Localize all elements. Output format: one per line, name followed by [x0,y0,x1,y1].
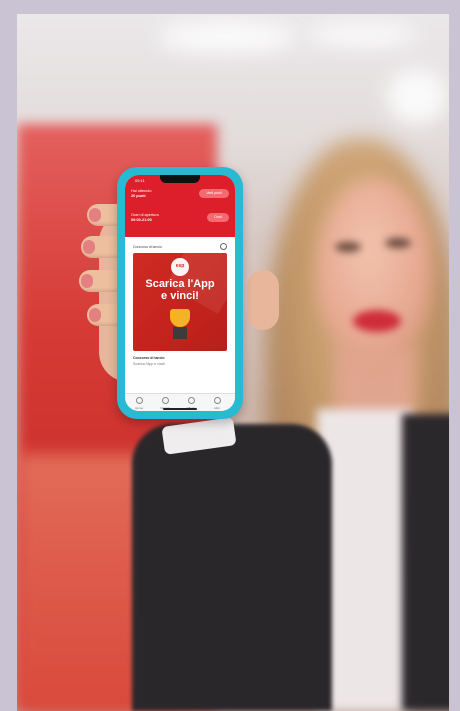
contest-card[interactable]: Concorso di lancio esp Scarica l'App e v… [129,239,231,391]
right-eye [385,238,411,248]
trophy-base [173,327,187,339]
card-title: Concorso di lancio [133,245,162,249]
ceiling-light [387,69,447,124]
hours-button[interactable]: Orari [207,213,229,222]
fingernail [89,208,101,222]
left-eye [335,242,361,252]
logo-text: esp [175,263,185,269]
search-icon[interactable] [220,243,227,250]
blazer-right [402,414,449,711]
face [317,179,432,359]
fingernail [83,240,95,254]
thumb [247,270,279,330]
home-icon [135,397,143,404]
more-icon [213,397,221,404]
promo-headline-2: e vinci! [161,290,199,302]
phone-notch [160,175,200,183]
status-time: 09:11 [135,178,145,183]
ceiling-light [307,24,417,46]
view-points-button[interactable]: Vedi punti [199,189,229,198]
nav-label: Home [134,406,143,410]
offers-icon [187,397,195,404]
trophy-icon [170,309,190,327]
contest-title: Concorso di lancio [133,356,165,360]
promo-headline-1: Scarica l'App [145,278,215,290]
phone-screen: 09:11 Hai ottenuto 20 punti Vedi punti O… [125,175,235,411]
nav-home[interactable]: Home [129,397,149,410]
fingernail [89,308,101,322]
fingernail [81,274,93,288]
nav-label: Altro [213,406,221,410]
promo-banner[interactable]: esp Scarica l'App e vinci! [133,253,227,351]
nav-more[interactable]: Altro [207,397,227,410]
photo-frame: 09:11 Hai ottenuto 20 punti Vedi punti O… [0,0,460,711]
contest-subtitle: Scarica l'App e vinci! [133,362,166,366]
home-indicator [163,408,197,410]
smartphone: 09:11 Hai ottenuto 20 punti Vedi punti O… [117,167,243,419]
blazer-sleeve [132,424,332,711]
app-header: 09:11 Hai ottenuto 20 punti Vedi punti O… [125,175,235,237]
esp-logo: esp [171,258,189,276]
lips [353,310,401,332]
points-value: 20 punti [131,194,146,198]
hours-value: 09:00-21:00 [131,218,152,222]
store-icon [161,397,169,404]
ceiling-light [157,22,297,52]
